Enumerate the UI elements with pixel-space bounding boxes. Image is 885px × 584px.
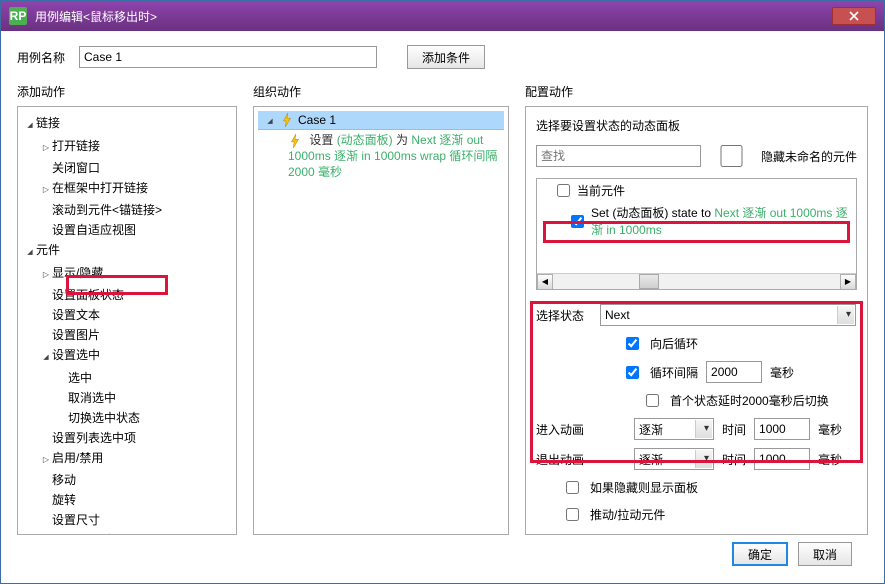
item-label: Set (动态面板) state to Next 逐渐 out 1000ms 逐…: [591, 204, 850, 238]
loop-interval-input[interactable]: [706, 361, 762, 383]
lightning-icon: [280, 113, 294, 127]
action-text[interactable]: 设置 (动态面板) 为 Next 逐渐 out 1000ms 逐渐 in 100…: [258, 130, 504, 184]
tree-item-show-hide[interactable]: 显示/隐藏: [40, 263, 234, 285]
scroll-right-button[interactable]: ▶: [840, 274, 856, 290]
show-if-hidden-checkbox[interactable]: [566, 481, 579, 494]
configure-action-header: 配置动作: [525, 83, 868, 100]
add-condition-button[interactable]: 添加条件: [407, 45, 485, 69]
item-checkbox[interactable]: [571, 215, 584, 228]
search-input[interactable]: [536, 145, 701, 167]
tree-item-adaptive-view[interactable]: 设置自适应视图: [40, 220, 234, 240]
hide-unnamed-checkbox[interactable]: [713, 145, 750, 167]
push-pull-label: 推动/拉动元件: [590, 506, 665, 523]
tree-item-bring-to-front[interactable]: 置于顶层/底层: [40, 530, 234, 535]
close-button[interactable]: [832, 7, 876, 25]
hide-unnamed-label: 隐藏未命名的元件: [761, 148, 857, 165]
scroll-thumb[interactable]: [639, 274, 659, 289]
window-title: 用例编辑<鼠标移出时>: [35, 8, 157, 25]
current-widget-checkbox[interactable]: [557, 184, 570, 197]
tree-item-set-text[interactable]: 设置文本: [40, 305, 234, 325]
scroll-left-button[interactable]: ◀: [537, 274, 553, 290]
lightning-icon: [288, 134, 302, 148]
ok-button[interactable]: 确定: [732, 542, 788, 566]
first-delay-checkbox[interactable]: [646, 394, 659, 407]
tree-item-move[interactable]: 移动: [40, 470, 234, 490]
tree-item-rotate[interactable]: 旋转: [40, 490, 234, 510]
tree-item-set-image[interactable]: 设置图片: [40, 325, 234, 345]
tree-item-set-list-selected[interactable]: 设置列表选中项: [40, 428, 234, 448]
close-icon: [849, 11, 859, 21]
title-bar[interactable]: RP 用例编辑<鼠标移出时>: [1, 1, 884, 31]
organize-action-header: 组织动作: [253, 83, 509, 100]
loop-label: 循环间隔: [650, 364, 698, 381]
horizontal-scrollbar[interactable]: ◀ ▶: [537, 273, 856, 289]
tree-group-link[interactable]: 链接 打开链接 关闭窗口 在框架中打开链接 滚动到元件<锚链接> 设置自适应视图: [24, 113, 234, 240]
time-in-label: 时间: [722, 421, 746, 438]
wrap-back-label: 向后循环: [650, 335, 698, 352]
case-row[interactable]: Case 1: [258, 111, 504, 130]
show-if-hidden-label: 如果隐藏则显示面板: [590, 479, 698, 496]
state-select[interactable]: Next: [600, 304, 856, 326]
anim-in-label: 进入动画: [536, 421, 592, 438]
time-out-label: 时间: [722, 451, 746, 468]
add-action-header: 添加动作: [17, 83, 237, 100]
tree-item-toggle-selected[interactable]: 切换选中状态: [56, 408, 234, 428]
anim-out-select[interactable]: 逐渐: [634, 448, 714, 470]
loop-checkbox[interactable]: [626, 366, 639, 379]
select-state-label: 选择状态: [536, 307, 592, 324]
select-panel-label: 选择要设置状态的动态面板: [536, 117, 857, 134]
tree-item-deselect[interactable]: 取消选中: [56, 388, 234, 408]
tree-item-close-window[interactable]: 关闭窗口: [40, 158, 234, 178]
current-widget-label: 当前元件: [577, 182, 625, 199]
cancel-button[interactable]: 取消: [798, 542, 852, 566]
time-out-input[interactable]: [754, 448, 810, 470]
app-icon: RP: [9, 7, 27, 25]
wrap-back-checkbox[interactable]: [626, 337, 639, 350]
time-in-input[interactable]: [754, 418, 810, 440]
tree-item-set-selected[interactable]: 设置选中 选中 取消选中 切换选中状态: [40, 345, 234, 428]
tree-group-widget[interactable]: 元件 显示/隐藏 设置面板状态 设置文本 设置图片 设置选中 选中 取消选中: [24, 240, 234, 535]
anim-in-select[interactable]: 逐渐: [634, 418, 714, 440]
case-name-label: 用例名称: [17, 49, 65, 66]
tree-item-set-size[interactable]: 设置尺寸: [40, 510, 234, 530]
case-editor-dialog: RP 用例编辑<鼠标移出时> 用例名称 添加条件 添加动作 链接 打开链接: [0, 0, 885, 584]
push-pull-checkbox[interactable]: [566, 508, 579, 521]
anim-out-label: 退出动画: [536, 451, 592, 468]
tree-item-selected[interactable]: 选中: [56, 368, 234, 388]
case-name-input[interactable]: [79, 46, 377, 68]
first-delay-label: 首个状态延时2000毫秒后切换: [670, 392, 829, 409]
panel-listbox[interactable]: 当前元件 Set (动态面板) state to Next 逐渐 out 100…: [536, 178, 857, 290]
tree-item-enable-disable[interactable]: 启用/禁用: [40, 448, 234, 470]
tree-item-open-in-frame[interactable]: 在框架中打开链接: [40, 178, 234, 200]
tree-item-open-link[interactable]: 打开链接: [40, 136, 234, 158]
tree-item-scroll-to[interactable]: 滚动到元件<锚链接>: [40, 200, 234, 220]
tree-item-set-panel-state[interactable]: 设置面板状态: [40, 285, 234, 305]
